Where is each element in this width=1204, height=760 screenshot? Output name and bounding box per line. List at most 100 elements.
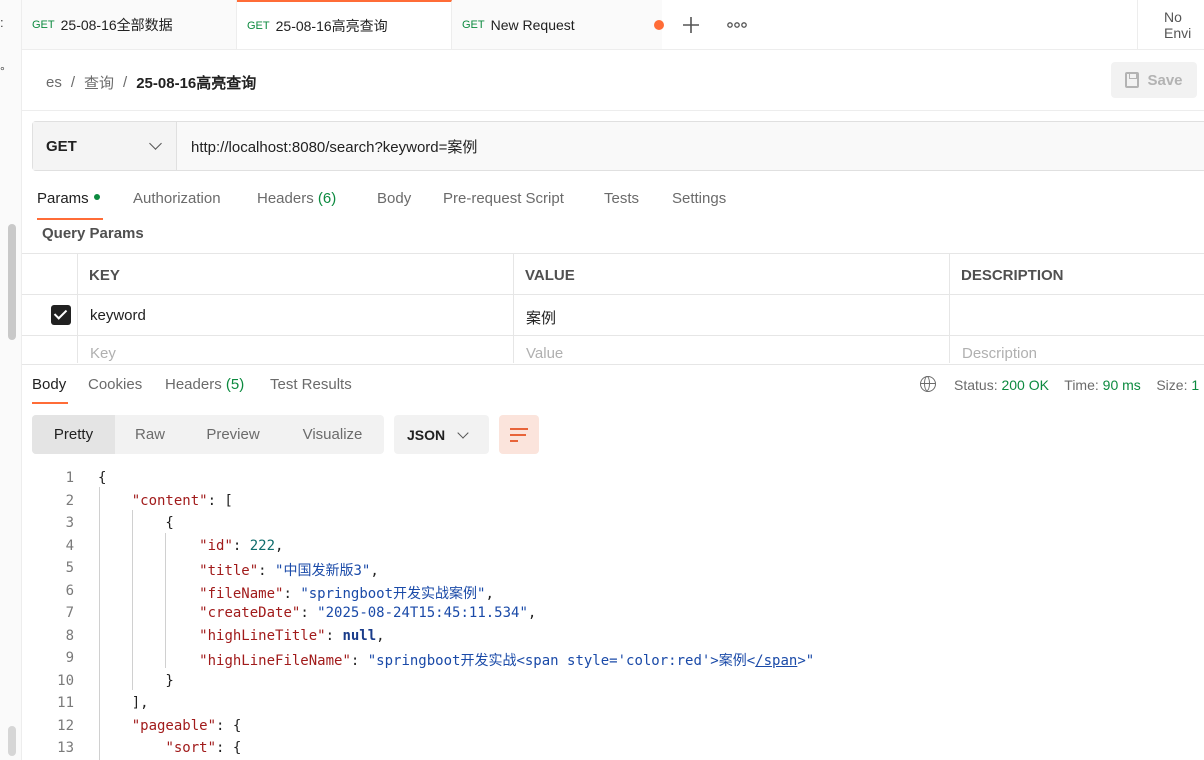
- status-value[interactable]: 200 OK: [1001, 377, 1048, 393]
- wrap-lines-button[interactable]: [499, 415, 539, 454]
- param-key[interactable]: keyword: [90, 307, 146, 324]
- environment-selector[interactable]: No Envi: [1137, 0, 1204, 49]
- tab-label: Headers: [165, 376, 222, 393]
- response-headers-count: (5): [225, 376, 245, 393]
- request-url-bar: GET: [32, 121, 1204, 171]
- code-line: {: [98, 515, 174, 531]
- line-number: 3: [65, 515, 74, 531]
- breadcrumb-current[interactable]: 25-08-16高亮查询: [136, 72, 256, 93]
- tab-pre-request-script[interactable]: Pre-request Script: [443, 190, 564, 207]
- active-response-tab-underline: [32, 402, 68, 404]
- response-body-code[interactable]: 1 {2 "content": [3 {4 "id": 222, 5 "title"…: [22, 468, 1204, 760]
- line-number: 2: [65, 492, 74, 509]
- line-number: 8: [65, 627, 74, 644]
- tab-title: 25-08-16高亮查询: [275, 17, 388, 34]
- left-sidebar-gutter: : °: [0, 0, 22, 760]
- column-divider: [949, 253, 950, 363]
- sidebar-scrollbar-lower[interactable]: [8, 726, 16, 756]
- code-line: "highLineTitle": null,: [199, 627, 385, 644]
- view-mode-segmented-control: Pretty Raw Preview Visualize: [32, 415, 384, 454]
- tab-test-results[interactable]: Test Results: [270, 376, 352, 393]
- code-line: "title": "中国发新版3",: [199, 563, 379, 579]
- size-value[interactable]: 1: [1191, 377, 1199, 393]
- tab-tests[interactable]: Tests: [604, 190, 639, 207]
- tab-method: GET: [462, 18, 485, 31]
- line-number: 4: [65, 537, 74, 554]
- response-status: Status: 200 OK Time: 90 ms Size: 1: [954, 377, 1199, 393]
- time-label: Time:: [1064, 377, 1099, 393]
- method-select[interactable]: GET: [33, 122, 177, 170]
- view-preview-button[interactable]: Preview: [185, 415, 281, 454]
- tab-settings[interactable]: Settings: [672, 190, 726, 207]
- query-params-title: Query Params: [42, 225, 144, 242]
- globe-icon[interactable]: [920, 376, 936, 392]
- code-line: "createDate": "2025-08-24T15:45:11.534",: [199, 605, 537, 621]
- tab-title: New Request: [490, 16, 575, 33]
- active-tab-underline: [37, 218, 103, 220]
- column-header-description: DESCRIPTION: [961, 267, 1064, 284]
- request-tab-strip: GET 25-08-16全部数据 GET 25-08-16高亮查询 GET Ne…: [22, 0, 1204, 50]
- new-key-field[interactable]: Key: [90, 345, 116, 362]
- gutter-glyph: :: [0, 15, 4, 30]
- line-number: 1: [65, 470, 74, 486]
- code-line: "pageable": {: [131, 717, 242, 734]
- tab-label: Params: [37, 190, 89, 207]
- breadcrumb-item[interactable]: es: [46, 74, 62, 91]
- time-value[interactable]: 90 ms: [1103, 377, 1141, 393]
- tab-headers[interactable]: Headers (6): [257, 190, 336, 207]
- tab-all-data[interactable]: GET 25-08-16全部数据: [22, 0, 237, 49]
- code-line: "sort": {: [165, 740, 242, 756]
- line-number: 11: [57, 695, 74, 711]
- status-label: Status:: [954, 377, 998, 393]
- breadcrumb-separator: /: [70, 73, 76, 91]
- column-header-value: VALUE: [525, 267, 575, 284]
- tab-new-request[interactable]: GET New Request: [452, 0, 664, 49]
- code-line: "id": 222,: [199, 537, 284, 554]
- breadcrumb-item[interactable]: 查询: [84, 72, 114, 93]
- new-value-field[interactable]: Value: [526, 345, 563, 362]
- wrap-icon-line: [510, 428, 528, 430]
- line-number: 12: [57, 717, 74, 734]
- table-header-row: KEY VALUE DESCRIPTION: [22, 253, 1204, 295]
- tab-highlight-query[interactable]: GET 25-08-16高亮查询: [237, 0, 452, 49]
- tab-label: Headers: [257, 190, 314, 207]
- view-pretty-button[interactable]: Pretty: [32, 415, 115, 454]
- code-line: "fileName": "springboot开发实战案例",: [199, 585, 494, 602]
- method-value: GET: [46, 137, 77, 155]
- line-number: 6: [65, 582, 74, 599]
- url-input[interactable]: [191, 122, 1091, 170]
- tab-authorization[interactable]: Authorization: [133, 190, 221, 207]
- view-visualize-button[interactable]: Visualize: [281, 415, 384, 454]
- tab-method: GET: [32, 18, 55, 31]
- tab-params[interactable]: Params: [37, 190, 100, 207]
- more-icon[interactable]: [724, 12, 750, 38]
- plus-icon[interactable]: [678, 12, 704, 38]
- table-row-new: Key Value Description: [22, 336, 1204, 363]
- code-line: }: [98, 672, 174, 689]
- tab-title: 25-08-16全部数据: [60, 16, 173, 33]
- header-divider: [22, 110, 1204, 111]
- tab-response-headers[interactable]: Headers (5): [165, 376, 244, 393]
- view-raw-button[interactable]: Raw: [115, 415, 185, 454]
- new-description-field[interactable]: Description: [962, 345, 1037, 362]
- response-divider: [22, 364, 1204, 365]
- code-line: "highLineFileName": "springboot开发实战<span…: [199, 653, 815, 669]
- tab-response-body[interactable]: Body: [32, 376, 66, 393]
- query-params-table: KEY VALUE DESCRIPTION keyword 案例 Key Val…: [22, 253, 1204, 363]
- save-button-label: Save: [1147, 71, 1183, 89]
- gutter-glyph: °: [0, 64, 5, 78]
- headers-count: (6): [317, 190, 337, 207]
- code-line: {: [98, 470, 107, 486]
- tab-cookies[interactable]: Cookies: [88, 376, 142, 393]
- sidebar-scrollbar[interactable]: [8, 224, 16, 340]
- param-enabled-checkbox[interactable]: [51, 305, 71, 325]
- line-number: 10: [57, 672, 74, 689]
- tab-body[interactable]: Body: [377, 190, 411, 207]
- column-divider: [513, 253, 514, 363]
- save-icon: [1125, 72, 1140, 88]
- table-row: keyword 案例: [22, 295, 1204, 336]
- code-line: ],: [98, 695, 149, 711]
- save-button[interactable]: Save: [1111, 62, 1197, 98]
- param-value[interactable]: 案例: [526, 307, 556, 328]
- format-select[interactable]: JSON: [394, 415, 489, 454]
